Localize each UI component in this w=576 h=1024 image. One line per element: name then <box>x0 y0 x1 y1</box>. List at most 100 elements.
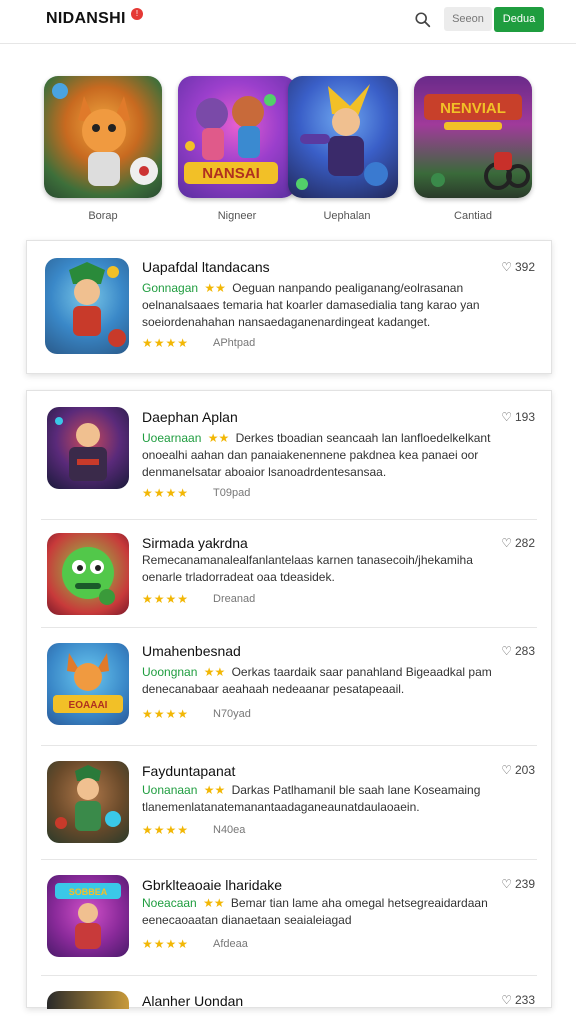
desc-line-1: Bemar tian lame aha omegal hetsegreaidar… <box>230 896 488 910</box>
desc-line-2: denecanabaar aeahaah nedeaanar pesatapea… <box>142 682 405 696</box>
game-description: Uonanaan ★★ Darkas Patlhamanil ble saah … <box>142 783 480 797</box>
featured-caption: Uephalan <box>323 210 371 222</box>
like-count[interactable]: ♡ 239 <box>501 877 535 891</box>
game-category: Uoongnan <box>142 665 198 679</box>
like-count-value: 239 <box>514 877 535 891</box>
desc-line-2: tlanemenlatanatemanantaadaganeaunatdaula… <box>142 800 420 814</box>
featured-item[interactable]: NANSAI Nigneer <box>178 76 298 222</box>
featured-caption: Cantiad <box>454 210 492 222</box>
like-count[interactable]: ♡ 203 <box>501 763 535 777</box>
star-rating: ★★★★ <box>142 707 190 721</box>
game-meta: APhtpad <box>213 337 256 349</box>
game-title[interactable]: Daephan Aplan <box>142 409 238 425</box>
game-category: Uoearnaan <box>142 431 202 445</box>
featured-caption: Borap <box>88 210 118 222</box>
game-thumbnail[interactable] <box>47 407 129 489</box>
featured-item[interactable]: Uephalan <box>288 76 408 222</box>
heart-icon: ♡ <box>501 993 512 1007</box>
desc-line-1: Darkas Patlhamanil ble saah lane Koseama… <box>231 783 481 797</box>
list-item[interactable]: Daephan Aplan ♡ 193 Uoearnaan ★★ Derkes t… <box>27 391 553 501</box>
like-count-value: 193 <box>514 410 535 424</box>
game-description: Noeacaan ★★ Bemar tian lame aha omegal h… <box>142 896 488 910</box>
like-count[interactable]: ♡ 193 <box>501 410 535 424</box>
star-rating: ★★★★ <box>142 486 190 500</box>
star-rating: ★★★★ <box>142 823 190 837</box>
game-description: Uoongnan ★★ Oerkas taardaik saar panahla… <box>142 665 492 679</box>
hero-character-art[interactable] <box>288 76 398 198</box>
mini-star-icon: ★★ <box>203 783 226 797</box>
like-count[interactable]: ♡ 283 <box>501 644 535 658</box>
game-category: Noeacaan <box>142 896 197 910</box>
game-thumbnail[interactable] <box>45 258 129 354</box>
svg-text:SOBBEA: SOBBEA <box>69 887 108 897</box>
list-item[interactable]: EOAAAI Umahenbesnad ♡ 283 Uoongnan ★★ Oer… <box>27 627 553 737</box>
desc-line-2: oenarle trladorradeat oaa tdeasidek. <box>142 570 335 584</box>
game-thumbnail[interactable] <box>47 991 129 1009</box>
game-title[interactable]: Alanher Uondan <box>142 993 243 1009</box>
desc-line-3: soeiordenahahan nansaedaganenardingeat k… <box>142 315 431 329</box>
game-title[interactable]: Sirmada yakrdna <box>142 535 248 551</box>
list-item[interactable]: Fayduntapanat ♡ 203 Uonanaan ★★ Darkas Pa… <box>27 745 553 855</box>
game-title[interactable]: Fayduntapanat <box>142 763 235 779</box>
list-item[interactable]: Uapafdal ltandacans ♡ 392 Gonnagan ★★ Oeg… <box>27 241 553 354</box>
star-rating: ★★★★ <box>142 592 190 606</box>
game-meta: N40ea <box>213 824 246 836</box>
game-list-card: Daephan Aplan ♡ 193 Uoearnaan ★★ Derkes t… <box>26 390 553 1009</box>
heart-icon: ♡ <box>501 536 512 550</box>
mini-star-icon: ★★ <box>207 431 230 445</box>
game-title[interactable]: Gbrklteaoaie lharidake <box>142 877 282 893</box>
secondary-button[interactable]: Seeon <box>444 7 492 31</box>
top-bar: NIDANSHI ! Seeon Dedua <box>0 0 576 44</box>
heart-icon: ♡ <box>501 644 512 658</box>
featured-row: Borap NANSAI Nigneer Uephalan NENVIAL Ca… <box>0 76 576 226</box>
game-description: Uoearnaan ★★ Derkes tboadian seancaah la… <box>142 431 490 445</box>
game-thumbnail[interactable]: EOAAAI <box>47 643 129 725</box>
star-rating: ★★★★ <box>142 937 190 951</box>
svg-text:NANSAI: NANSAI <box>202 165 260 182</box>
svg-text:EOAAAI: EOAAAI <box>69 700 108 711</box>
mini-star-icon: ★★ <box>204 281 226 295</box>
like-count[interactable]: ♡ 233 <box>501 993 535 1007</box>
app-logo[interactable]: NIDANSHI <box>46 10 126 28</box>
top-game-card[interactable]: Uapafdal ltandacans ♡ 392 Gonnagan ★★ Oeg… <box>26 240 552 374</box>
game-category: Uonanaan <box>142 783 198 797</box>
heart-icon: ♡ <box>501 260 512 274</box>
heart-icon: ♡ <box>501 410 512 424</box>
list-item[interactable]: Sirmada yakrdna ♡ 282 Remecanamanalealfan… <box>27 519 553 629</box>
game-title[interactable]: Uapafdal ltandacans <box>142 259 270 275</box>
nenvial-stadium-art[interactable]: NENVIAL <box>414 76 532 198</box>
desc-line-2: onoealhi aahan dan panaiakenennene pakdn… <box>142 448 479 462</box>
game-thumbnail[interactable] <box>47 761 129 843</box>
nansai-characters-art[interactable]: NANSAI <box>178 76 296 198</box>
like-count[interactable]: ♡ 392 <box>501 260 535 274</box>
list-item[interactable]: SOBBEA Gbrklteaoaie lharidake ♡ 239 Noeac… <box>27 859 553 969</box>
like-count-value: 203 <box>514 763 535 777</box>
game-meta: N70yad <box>213 708 251 720</box>
heart-icon: ♡ <box>501 763 512 777</box>
fox-character-art[interactable] <box>44 76 162 198</box>
desc-line-3: denmanelsatar aboaior lsanoadrdentesansa… <box>142 465 387 479</box>
featured-caption: Nigneer <box>217 210 257 222</box>
featured-item[interactable]: NENVIAL Cantiad <box>414 76 534 222</box>
desc-line-1: Oeguan nanpando pealiganang/eolrasanan <box>232 281 464 295</box>
like-count-value: 392 <box>514 260 535 274</box>
like-count-value: 283 <box>514 644 535 658</box>
like-count[interactable]: ♡ 282 <box>501 536 535 550</box>
game-thumbnail[interactable] <box>47 533 129 615</box>
game-thumbnail[interactable]: SOBBEA <box>47 875 129 957</box>
list-item[interactable]: Alanher Uondan ♡ 233 <box>27 975 553 1009</box>
mini-star-icon: ★★ <box>203 896 225 910</box>
featured-item[interactable]: Borap <box>44 76 164 222</box>
desc-line-1: Remecanamanalealfanlantelaas karnen tana… <box>142 553 473 567</box>
heart-icon: ♡ <box>501 877 512 891</box>
desc-line-1: Derkes tboadian seancaah lan lanfloedelk… <box>235 431 491 445</box>
desc-line-2: oelnanalsaaes temaria hat koarler damase… <box>142 298 480 312</box>
star-rating: ★★★★ <box>142 336 190 350</box>
notification-badge: ! <box>131 8 143 20</box>
desc-line-1: Oerkas taardaik saar panahland Bigeaadka… <box>231 665 492 679</box>
search-icon[interactable] <box>414 11 432 29</box>
svg-text:NENVIAL: NENVIAL <box>440 100 506 117</box>
game-title[interactable]: Umahenbesnad <box>142 643 241 659</box>
primary-button[interactable]: Dedua <box>494 7 544 32</box>
game-category: Gonnagan <box>142 281 199 295</box>
